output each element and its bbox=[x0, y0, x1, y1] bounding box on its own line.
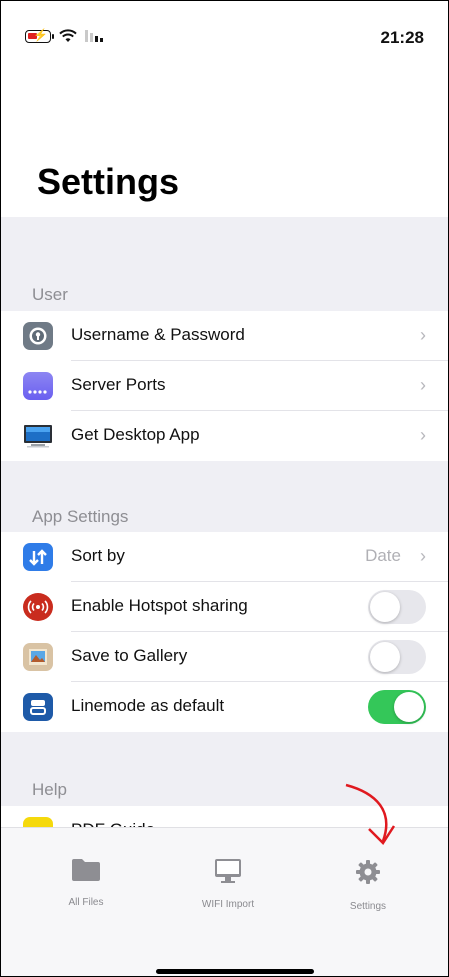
battery-icon: ⚡ bbox=[25, 28, 54, 43]
setting-row-linemode-default: Linemode as default bbox=[1, 682, 448, 732]
setting-label: Linemode as default bbox=[71, 696, 225, 715]
setting-label: Sort by bbox=[71, 546, 125, 565]
chevron-right-icon: › bbox=[420, 375, 426, 395]
setting-label: Username & Password bbox=[71, 325, 245, 344]
wifi-icon bbox=[59, 29, 77, 42]
section-label-app-settings: App Settings bbox=[32, 507, 129, 526]
hotspot-icon bbox=[23, 593, 53, 621]
setting-row-get-desktop-app[interactable]: Get Desktop App › bbox=[1, 411, 448, 461]
tab-settings[interactable]: Settings bbox=[298, 858, 438, 912]
gallery-icon bbox=[23, 643, 53, 671]
setting-row-save-to-gallery: Save to Gallery bbox=[1, 632, 448, 682]
server-ports-icon bbox=[23, 372, 53, 400]
home-indicator bbox=[156, 969, 314, 974]
setting-label: Get Desktop App bbox=[71, 425, 200, 444]
tab-wifi-import[interactable]: WIFI Import bbox=[158, 858, 298, 910]
tab-label: Settings bbox=[349, 901, 387, 912]
section-label-user: User bbox=[32, 285, 68, 304]
setting-label: Enable Hotspot sharing bbox=[71, 596, 248, 615]
setting-row-username-password[interactable]: Username & Password › bbox=[1, 311, 448, 361]
cellular-signal-icon bbox=[85, 30, 103, 42]
sort-by-value: Date bbox=[365, 546, 401, 565]
sort-arrows-icon bbox=[23, 543, 53, 571]
app-settings-group: Sort by Date › Enable Hotspot sharing Sa… bbox=[1, 532, 448, 732]
setting-label: Server Ports bbox=[71, 375, 166, 394]
section-label-help: Help bbox=[32, 780, 67, 799]
chevron-right-icon: › bbox=[420, 425, 426, 445]
save-to-gallery-toggle[interactable] bbox=[368, 640, 426, 674]
page-header: Settings bbox=[1, 61, 448, 217]
tab-all-files[interactable]: All Files bbox=[16, 858, 156, 908]
setting-label: Save to Gallery bbox=[71, 646, 188, 665]
folder-icon bbox=[72, 859, 100, 881]
status-bar: ⚡ 21:28 bbox=[1, 1, 448, 61]
desktop-monitor-icon bbox=[23, 422, 53, 450]
gear-icon bbox=[356, 860, 380, 884]
settings-screen: ⚡ 21:28 Settings User Username & Passwor… bbox=[0, 0, 449, 977]
status-icons: ⚡ bbox=[25, 28, 103, 43]
status-time: 21:28 bbox=[380, 28, 424, 47]
chevron-right-icon: › bbox=[420, 325, 426, 345]
hotspot-sharing-toggle[interactable] bbox=[368, 590, 426, 624]
setting-row-sort-by[interactable]: Sort by Date › bbox=[1, 532, 448, 582]
tab-label: All Files bbox=[68, 897, 104, 908]
monitor-icon bbox=[215, 859, 241, 883]
linemode-default-toggle[interactable] bbox=[368, 690, 426, 724]
key-lock-icon bbox=[23, 322, 53, 350]
linemode-icon bbox=[23, 693, 53, 721]
setting-row-hotspot-sharing: Enable Hotspot sharing bbox=[1, 582, 448, 632]
chevron-right-icon: › bbox=[420, 546, 426, 566]
tab-label: WIFI Import bbox=[201, 899, 255, 910]
annotation-arrow-icon bbox=[345, 783, 396, 845]
page-title: Settings bbox=[37, 161, 180, 202]
setting-row-server-ports[interactable]: Server Ports › bbox=[1, 361, 448, 411]
user-settings-group: Username & Password › Server Ports › Get… bbox=[1, 311, 448, 461]
